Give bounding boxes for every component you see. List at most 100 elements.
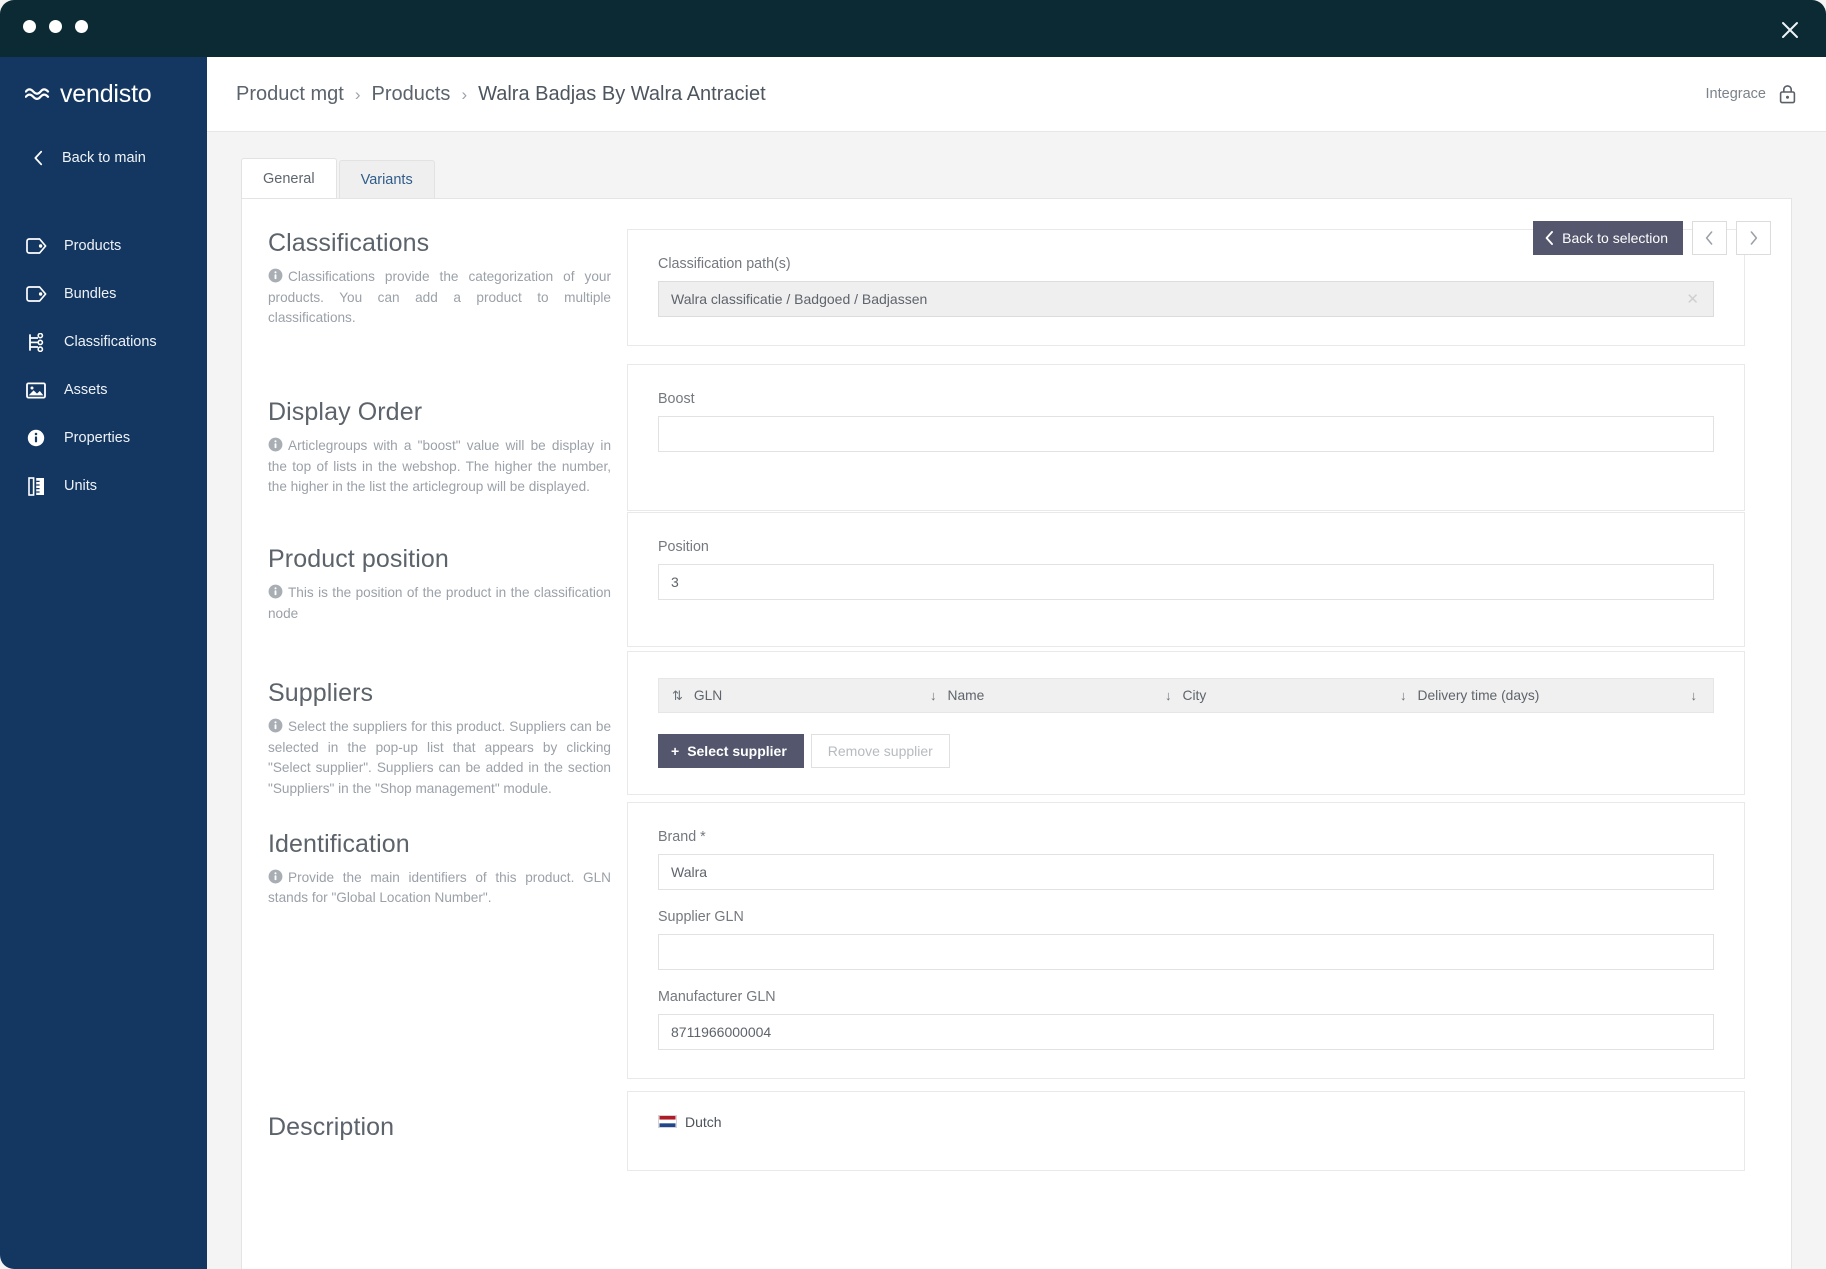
brand-value: Walra [671, 863, 708, 880]
column-label: GLN [693, 688, 723, 703]
brand-field: Brand * Walra [658, 829, 1714, 890]
traffic-light-maximize[interactable] [75, 20, 88, 33]
breadcrumb-separator: › [354, 84, 361, 104]
sidebar-item-properties[interactable]: Properties [0, 414, 207, 462]
column-header-delivery-time[interactable]: ↓ Delivery time (days) ↓ [1387, 688, 1713, 703]
account-area[interactable]: Integrace [1706, 84, 1796, 104]
section-title: Classifications [268, 229, 430, 257]
field-label: Position [658, 539, 709, 555]
column-label: Delivery time (days) [1417, 688, 1540, 703]
position-input[interactable]: 3 [658, 564, 1714, 600]
column-header-city[interactable]: ↓ City [1152, 688, 1387, 703]
chevron-left-icon [34, 150, 43, 166]
classification-path-input[interactable]: Walra classificatie / Badgoed / Badjasse… [658, 281, 1714, 317]
sort-down-icon: ↓ [1690, 688, 1698, 703]
section-fields: Dutch [627, 1090, 1791, 1171]
account-label: Integrace [1705, 86, 1766, 102]
tab-label: Variants [360, 171, 413, 188]
sidebar-item-assets[interactable]: Assets [0, 366, 207, 414]
traffic-light-close[interactable] [23, 20, 36, 33]
breadcrumb-item-product-mgt[interactable]: Product mgt [236, 83, 344, 106]
column-header-gln[interactable]: ⇅ GLN [659, 688, 917, 703]
section-fields: ⇅ GLN ↓ Name ↓ City ↓ Delivery time (day… [627, 651, 1791, 795]
section-description: This is the position of the product in t… [268, 583, 611, 624]
info-circle-icon [268, 584, 283, 599]
section-title: Description [268, 1112, 395, 1141]
sidebar-item-classifications[interactable]: Classifications [0, 318, 207, 366]
manufacturer-gln-input[interactable]: 8711966000004 [658, 1013, 1714, 1050]
sort-down-icon: ↓ [1400, 688, 1407, 703]
chevron-right-icon [1750, 231, 1758, 245]
sort-down-icon: ↓ [930, 688, 937, 703]
window-traffic-lights [23, 20, 88, 33]
previous-record-button[interactable] [1692, 221, 1727, 255]
window-titlebar [0, 0, 1826, 57]
breadcrumb: Product mgt › Products › Walra Badjas By… [236, 83, 766, 106]
section-description-block: Description Dutch [242, 1090, 1791, 1171]
sidebar-item-label: Properties [64, 430, 131, 446]
section-description-text: Select the suppliers for this product. S… [268, 719, 611, 796]
section-suppliers: Suppliers Select the suppliers for this … [242, 651, 1791, 800]
main-region: Product mgt › Products › Walra Badjas By… [207, 57, 1826, 1269]
suppliers-actions: + Select supplier Remove supplier [658, 734, 1714, 768]
section-display-order: Display Order Articlegroups with a "boos… [242, 364, 1791, 511]
back-to-main-button[interactable]: Back to main [0, 144, 207, 172]
traffic-light-minimize[interactable] [49, 20, 62, 33]
sidebar-item-units[interactable]: Units [0, 462, 207, 510]
tab-variants[interactable]: Variants [338, 160, 435, 198]
section-fields: Boost [627, 364, 1791, 511]
classification-path-field: Classification path(s) Walra classificat… [658, 256, 1714, 317]
suppliers-panel: ⇅ GLN ↓ Name ↓ City ↓ Delivery time (day… [627, 651, 1745, 795]
field-label: Manufacturer GLN [658, 988, 776, 1005]
tab-general[interactable]: General [241, 158, 337, 198]
sidebar-item-bundles[interactable]: Bundles [0, 270, 207, 318]
breadcrumb-separator: › [461, 84, 468, 104]
tag-icon [25, 283, 47, 305]
ruler-icon [25, 475, 47, 497]
close-icon[interactable] [1770, 10, 1810, 50]
brand-name: vendisto [60, 80, 152, 108]
remove-supplier-label: Remove supplier [827, 743, 933, 759]
sidebar-nav: Products Bundles Classifications Assets … [0, 222, 207, 510]
column-label: City [1182, 688, 1207, 703]
info-circle-icon [268, 869, 283, 884]
lock-icon[interactable] [1779, 84, 1796, 104]
supplier-gln-input[interactable] [658, 933, 1714, 970]
select-supplier-button[interactable]: + Select supplier [658, 734, 804, 768]
next-record-button[interactable] [1736, 221, 1771, 255]
topbar: Product mgt › Products › Walra Badjas By… [207, 57, 1826, 132]
description-language-label: Dutch [685, 1113, 722, 1130]
info-circle-icon [268, 268, 283, 283]
breadcrumb-item-products[interactable]: Products [372, 83, 451, 106]
tab-label: General [263, 170, 315, 187]
section-heading-block: Display Order Articlegroups with a "boos… [242, 398, 627, 498]
boost-panel: Boost [627, 364, 1745, 511]
back-to-main-label: Back to main [62, 150, 146, 166]
boost-field: Boost [658, 391, 1714, 452]
sidebar-item-products[interactable]: Products [0, 222, 207, 270]
section-heading-block: Product position This is the position of… [242, 545, 627, 624]
classification-path-value: Walra classificatie / Badgoed / Badjasse… [671, 291, 928, 307]
chevron-left-icon [1545, 231, 1554, 245]
boost-input[interactable] [658, 416, 1714, 452]
remove-supplier-button[interactable]: Remove supplier [810, 734, 950, 768]
back-to-selection-button[interactable]: Back to selection [1533, 221, 1683, 255]
section-fields: Position 3 [627, 512, 1791, 647]
tag-icon [25, 235, 47, 257]
brand-logo[interactable]: vendisto [0, 57, 207, 109]
close-small-icon[interactable]: ✕ [1686, 292, 1699, 307]
chevron-left-icon [1705, 231, 1713, 245]
section-description: Provide the main identifiers of this pro… [268, 868, 611, 909]
column-header-name[interactable]: ↓ Name [917, 688, 1152, 703]
description-language-row[interactable]: Dutch [658, 1114, 1714, 1130]
description-panel: Dutch [627, 1090, 1745, 1171]
sidebar-item-label: Units [64, 478, 98, 494]
section-heading-block: Description [242, 1113, 627, 1151]
record-toolbar: Back to selection [1533, 221, 1771, 255]
section-title: Product position [268, 545, 449, 573]
sort-down-icon: ↓ [1165, 688, 1172, 703]
waves-logo-icon [25, 87, 50, 100]
brand-input[interactable]: Walra [658, 853, 1714, 890]
app-window: vendisto Back to main Products Bundles C… [0, 0, 1826, 1269]
plus-icon: + [671, 743, 680, 759]
